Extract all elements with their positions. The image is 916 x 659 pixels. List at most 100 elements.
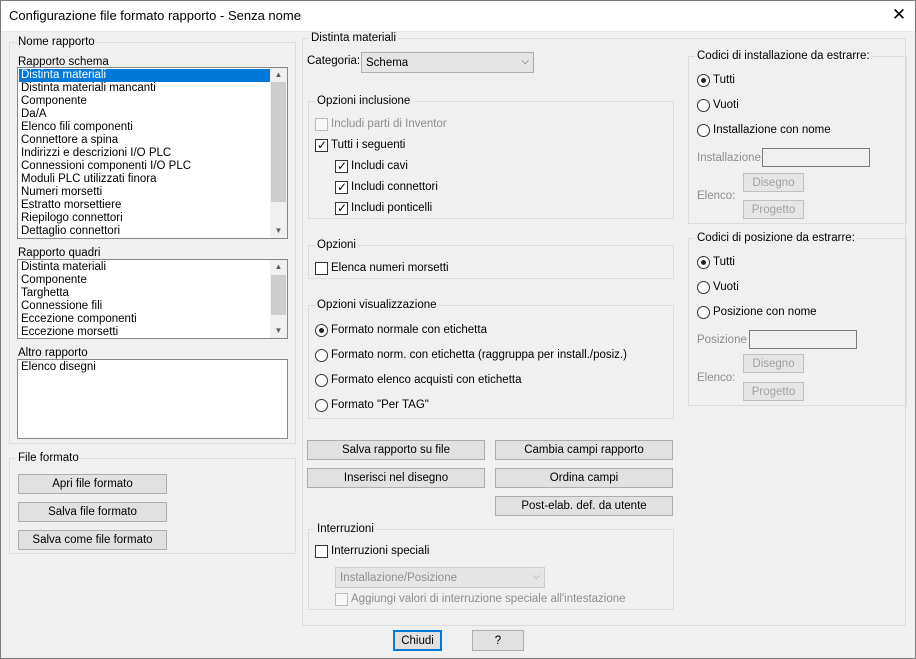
pos-disegno-button[interactable]: Disegno (743, 354, 804, 373)
interruzioni-value: Installazione/Posizione (340, 572, 457, 584)
pos-con-nome-radio[interactable] (697, 306, 710, 319)
scroll-thumb[interactable] (271, 275, 286, 315)
altro-rapporto-label: Altro rapporto (18, 347, 88, 359)
pos-progetto-button[interactable]: Progetto (743, 382, 804, 401)
formato-per-tag-radio[interactable] (315, 399, 328, 412)
tutti-seguenti-label: Tutti i seguenti (331, 139, 406, 151)
list-item[interactable]: Da/A (19, 108, 270, 121)
includi-ponticelli-checkbox[interactable]: ✓ (335, 201, 348, 215)
includi-inventor-checkbox[interactable] (315, 118, 328, 131)
altro-rapporto-listbox[interactable]: Elenco disegni (17, 359, 288, 439)
list-item[interactable]: Indirizzi e descrizioni I/O PLC (19, 147, 270, 160)
cambia-campi-button[interactable]: Cambia campi rapporto (495, 440, 673, 460)
installazione-input[interactable] (762, 148, 870, 167)
checkmark-icon: ✓ (337, 159, 348, 173)
rapporto-schema-listbox[interactable]: Distinta materiali Distinta materiali man… (17, 67, 288, 239)
inst-field-label: Installazione (697, 152, 761, 164)
distinta-materiali-legend: Distinta materiali (311, 32, 396, 44)
interruzioni-legend: Interruzioni (317, 523, 374, 535)
salva-come-file-formato-button[interactable]: Salva come file formato (18, 530, 167, 550)
includi-cavi-checkbox[interactable]: ✓ (335, 159, 348, 173)
formato-norm-raggr-label: Formato norm. con etichetta (raggruppa p… (331, 349, 627, 361)
interruzioni-dropdown[interactable]: Installazione/Posizione ⌵ (335, 567, 545, 588)
inst-tutti-radio[interactable] (697, 74, 710, 87)
inserisci-disegno-button[interactable]: Inserisci nel disegno (307, 468, 485, 488)
list-item[interactable]: Numeri morsetti (19, 186, 270, 199)
scroll-up-icon[interactable]: ▲ (270, 68, 287, 82)
interruzioni-speciali-checkbox[interactable] (315, 545, 328, 558)
formato-acquisti-label: Formato elenco acquisti con etichetta (331, 374, 522, 386)
includi-inventor-label: Includi parti di Inventor (331, 118, 447, 130)
scroll-up-icon[interactable]: ▲ (270, 260, 287, 274)
interruzioni-speciali-label: Interruzioni speciali (331, 545, 430, 557)
list-item[interactable]: Riepilogo connettori (19, 212, 270, 225)
close-icon[interactable]: ✕ (884, 4, 914, 28)
salva-file-formato-button[interactable]: Salva file formato (18, 502, 167, 522)
rapporto-schema-scrollbar[interactable]: ▲ ▼ (270, 68, 287, 238)
scroll-down-icon[interactable]: ▼ (270, 324, 287, 338)
list-item[interactable]: Targhetta (19, 287, 270, 300)
list-item[interactable]: Elenco fili componenti (19, 121, 270, 134)
elenca-numeri-label: Elenca numeri morsetti (331, 262, 449, 274)
list-item[interactable]: Connettore a spina (19, 134, 270, 147)
list-item[interactable]: Componente (19, 274, 270, 287)
aggiungi-valori-checkbox[interactable] (335, 593, 348, 606)
list-item[interactable]: Distinta materiali mancanti (19, 82, 270, 95)
altro-rapporto-items: Elenco disegni (19, 361, 286, 374)
inst-vuoti-label: Vuoti (713, 99, 739, 111)
list-item[interactable]: Dettaglio connettori (19, 225, 270, 238)
categoria-value: Schema (366, 57, 409, 69)
checkmark-icon: ✓ (337, 180, 348, 194)
inst-tutti-label: Tutti (713, 74, 735, 86)
salva-rapporto-button[interactable]: Salva rapporto su file (307, 440, 485, 460)
apri-file-formato-button[interactable]: Apri file formato (18, 474, 167, 494)
list-item[interactable]: Moduli PLC utilizzati finora (19, 173, 270, 186)
pos-con-nome-label: Posizione con nome (713, 306, 817, 318)
post-elab-button[interactable]: Post-elab. def. da utente (495, 496, 673, 516)
categoria-label: Categoria: (307, 55, 361, 67)
inst-con-nome-radio[interactable] (697, 124, 710, 137)
pos-elenco-label: Elenco: (697, 372, 736, 384)
chiudi-button[interactable]: Chiudi (393, 630, 442, 651)
categoria-dropdown[interactable]: Schema ⌵ (361, 52, 534, 73)
elenca-numeri-checkbox[interactable] (315, 262, 328, 275)
formato-normale-radio[interactable] (315, 324, 328, 337)
pos-tutti-label: Tutti (713, 256, 735, 268)
checkmark-icon: ✓ (337, 201, 348, 215)
pos-vuoti-label: Vuoti (713, 281, 739, 293)
list-item[interactable]: Componente (19, 95, 270, 108)
opzioni-legend: Opzioni (317, 239, 356, 251)
list-item[interactable]: Distinta materiali (19, 69, 270, 82)
list-item[interactable]: Elenco disegni (19, 361, 286, 374)
posizione-input[interactable] (749, 330, 857, 349)
list-item[interactable]: Connessioni componenti I/O PLC (19, 160, 270, 173)
scroll-down-icon[interactable]: ▼ (270, 224, 287, 238)
formato-acquisti-radio[interactable] (315, 374, 328, 387)
pos-vuoti-radio[interactable] (697, 281, 710, 294)
formato-norm-raggr-radio[interactable] (315, 349, 328, 362)
ordina-campi-button[interactable]: Ordina campi (495, 468, 673, 488)
help-button[interactable]: ? (472, 630, 524, 651)
inst-vuoti-radio[interactable] (697, 99, 710, 112)
list-item[interactable]: Eccezione morsetti (19, 326, 270, 338)
list-item[interactable]: Connessione fili (19, 300, 270, 313)
pos-field-label: Posizione (697, 334, 747, 346)
list-item[interactable]: Estratto morsettiere (19, 199, 270, 212)
rapporto-quadri-items: Distinta materiali Componente Targhetta Con… (19, 261, 270, 338)
rapporto-quadri-label: Rapporto quadri (18, 247, 101, 259)
list-item[interactable]: Eccezione componenti (19, 313, 270, 326)
tutti-seguenti-checkbox[interactable]: ✓ (315, 138, 328, 152)
rapporto-quadri-listbox[interactable]: Distinta materiali Componente Targhetta Con… (17, 259, 288, 339)
rapporto-quadri-scrollbar[interactable]: ▲ ▼ (270, 260, 287, 338)
includi-connettori-checkbox[interactable]: ✓ (335, 180, 348, 194)
scroll-thumb[interactable] (271, 82, 286, 202)
aggiungi-valori-label: Aggiungi valori di interruzione speciale… (351, 593, 626, 605)
list-item[interactable]: Distinta materiali (19, 261, 270, 274)
window-title: Configurazione file formato rapporto - S… (9, 8, 301, 23)
inst-progetto-button[interactable]: Progetto (743, 200, 804, 219)
radio-dot-icon (701, 260, 706, 265)
includi-ponticelli-label: Includi ponticelli (351, 202, 433, 214)
inst-disegno-button[interactable]: Disegno (743, 173, 804, 192)
formato-per-tag-label: Formato "Per TAG" (331, 399, 429, 411)
pos-tutti-radio[interactable] (697, 256, 710, 269)
